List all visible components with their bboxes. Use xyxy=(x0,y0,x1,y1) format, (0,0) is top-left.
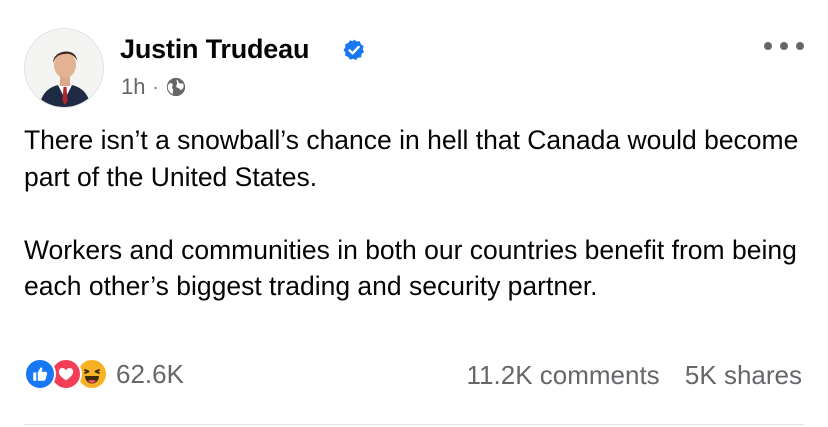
dot-3 xyxy=(796,42,804,50)
meta-separator: · xyxy=(152,76,159,97)
globe-icon[interactable] xyxy=(165,76,187,98)
post-meta: 1h · xyxy=(121,74,187,100)
divider xyxy=(24,424,804,425)
dot-1 xyxy=(764,42,772,50)
reactions-summary[interactable]: 62.6K xyxy=(24,358,184,390)
comments-count[interactable]: 11.2K comments xyxy=(467,360,660,390)
like-icon xyxy=(24,358,56,390)
reaction-count[interactable]: 62.6K xyxy=(116,359,184,390)
facebook-post: Justin Trudeau 1h · There isn’t a snowba… xyxy=(0,0,828,427)
engagement-stats: 11.2K comments 5K shares xyxy=(467,360,802,391)
more-options-icon[interactable] xyxy=(764,36,804,56)
avatar[interactable] xyxy=(24,28,104,108)
author-name[interactable]: Justin Trudeau xyxy=(120,34,309,65)
post-paragraph-2: Workers and communities in both our coun… xyxy=(24,234,797,302)
post-text: There isn’t a snowball’s chance in hell … xyxy=(24,122,814,305)
dot-2 xyxy=(780,42,788,50)
profile-photo xyxy=(25,29,103,107)
timestamp[interactable]: 1h xyxy=(121,74,145,100)
post-paragraph-1: There isn’t a snowball’s chance in hell … xyxy=(24,125,799,192)
verified-badge-icon xyxy=(343,39,364,60)
shares-count[interactable]: 5K shares xyxy=(685,360,802,390)
